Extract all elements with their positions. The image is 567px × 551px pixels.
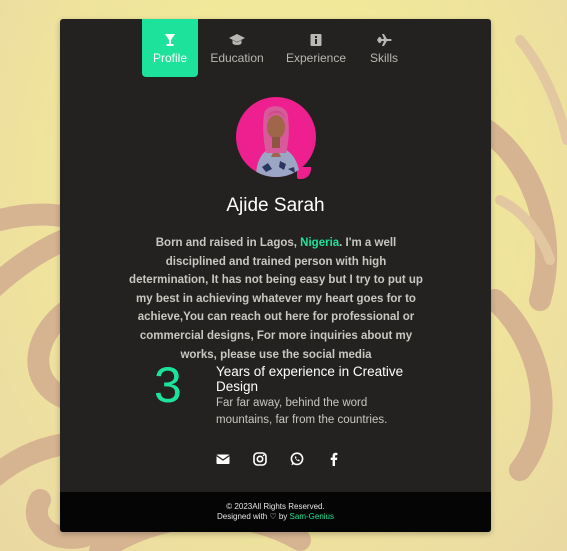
briefcase-icon <box>310 34 322 46</box>
footer-credits-prefix: Designed with ♡ by <box>216 512 290 521</box>
social-links <box>210 451 350 469</box>
tab-label: Skills <box>369 51 398 65</box>
experience-years: 3 <box>154 357 182 413</box>
graduation-cap-icon <box>229 34 245 45</box>
bio-location-highlight: Nigeria <box>300 237 340 249</box>
author-link[interactable]: Sam-Genius <box>290 512 334 521</box>
experience-title: Years of experience in Creative Design <box>216 364 404 394</box>
profile-name: Ajide Sarah <box>226 195 325 216</box>
envelope-icon[interactable] <box>215 451 231 467</box>
tab-label: Experience <box>285 51 347 65</box>
plane-icon <box>377 34 392 46</box>
bio-text-end: . I'm a well disciplined and trained per… <box>129 237 423 361</box>
tab-education[interactable]: Education <box>206 19 268 77</box>
bio-text-start: Born and raised in Lagos, <box>155 237 301 249</box>
avatar-portrait <box>256 106 300 177</box>
footer: © 2023All Rights Reserved. Designed with… <box>60 492 491 532</box>
tab-bar: Profile Education Experience Skills <box>60 19 491 77</box>
experience-description: Far far away, behind the word mountains,… <box>216 397 388 426</box>
trophy-icon <box>165 34 175 46</box>
tab-experience[interactable]: Experience <box>282 19 350 77</box>
facebook-icon[interactable] <box>326 451 342 467</box>
profile-card: Profile Education Experience Skills Ajid… <box>60 19 491 532</box>
tab-skills[interactable]: Skills <box>360 19 408 77</box>
footer-credits: Designed with ♡ by Sam-Genius <box>60 512 491 521</box>
whatsapp-icon[interactable] <box>289 451 305 467</box>
tab-label: Education <box>210 51 264 65</box>
tab-profile[interactable]: Profile <box>142 19 198 77</box>
tab-label: Profile <box>152 51 187 65</box>
profile-bio: Born and raised in Lagos, Nigeria. I'm a… <box>128 234 424 364</box>
footer-copyright: © 2023All Rights Reserved. <box>226 502 325 511</box>
instagram-icon[interactable] <box>252 451 268 467</box>
avatar <box>236 97 316 177</box>
